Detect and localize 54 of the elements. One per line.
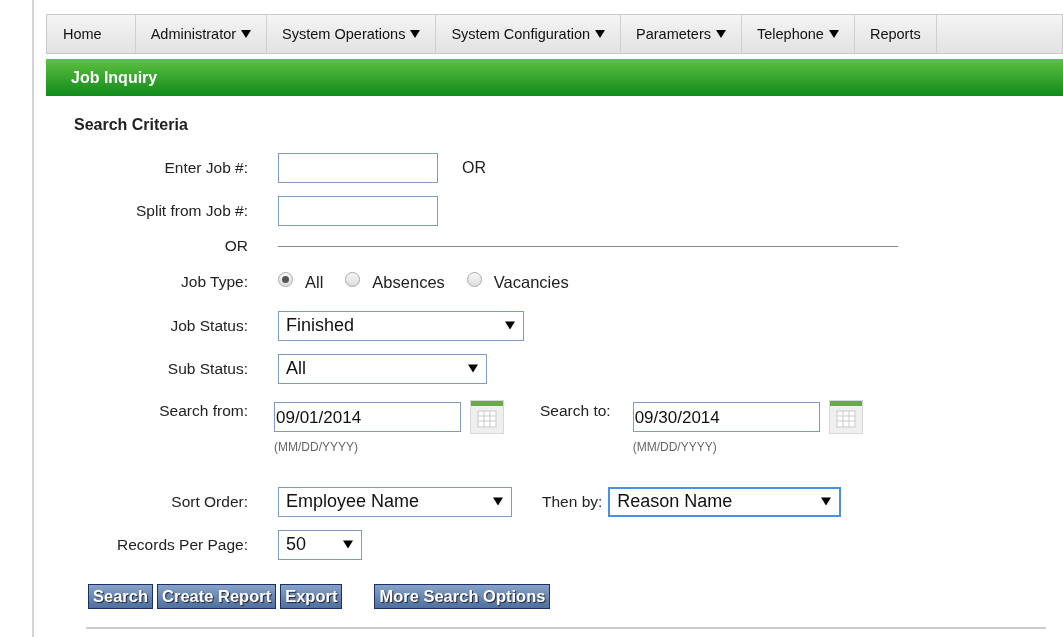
caret-icon [595,30,606,38]
field-label: Records Per Page: [116,535,248,554]
radio-button[interactable] [466,271,482,287]
caret-icon [828,30,839,38]
action-button[interactable]: Search [88,584,154,609]
or-text: OR [223,237,248,255]
format-hint: (MM/DD/YYYY) [632,440,718,454]
caret-icon [468,364,478,373]
dropdown[interactable]: 50 [278,529,362,560]
input-field[interactable]: 09/30/2014 [632,402,820,432]
radio-button[interactable] [345,271,361,287]
field-label: Search from: [158,401,248,420]
field-label: Sort Order: [170,492,248,511]
field-label: Then by: [542,492,603,511]
action-button[interactable]: Create Report [157,584,277,609]
field-label: Sub Status: [166,359,248,378]
caret-icon [493,497,503,506]
action-button[interactable]: Export [280,584,343,609]
input-field[interactable] [278,195,438,226]
caret-icon [410,30,421,38]
menu-item[interactable]: Reports [854,15,937,53]
caret-icon [241,30,252,38]
field-label: Job Type: [180,273,248,291]
or-text: OR [462,158,486,177]
section-title: Search Criteria [74,116,189,135]
dropdown[interactable]: All [278,353,487,384]
menu-item[interactable]: System Operations [267,15,437,53]
menu-item[interactable]: System Configuration [436,15,622,53]
field-label: Search to: [540,401,611,420]
field-label: Split from Job #: [135,201,248,220]
radio-label: Vacancies [493,272,569,292]
radio-label: Absences [372,272,445,292]
input-field[interactable] [278,152,438,183]
input-field[interactable]: 09/01/2014 [274,402,461,432]
caret-icon [821,497,832,506]
radio-label: All [305,272,324,292]
format-hint: (MM/DD/YYYY) [274,440,359,454]
dropdown[interactable]: Employee Name [278,486,512,517]
menu-item[interactable]: Telephone [742,15,855,53]
dropdown[interactable]: Finished [278,310,524,341]
caret-icon [505,321,515,330]
more-options-button[interactable]: More Search Options [374,584,551,609]
radio-button[interactable] [278,271,293,287]
caret-icon [343,540,353,549]
menu-item[interactable]: Administrator [135,15,268,53]
header-title: Job Inquiry [71,68,158,87]
calendar-icon[interactable] [828,400,863,434]
menu-item[interactable]: Home [47,15,136,53]
caret-icon [716,30,726,38]
field-label: Job Status: [169,316,248,335]
calendar-icon[interactable] [470,400,504,434]
dropdown[interactable]: Reason Name [608,486,842,517]
menu-item[interactable]: Parameters [621,15,742,53]
field-label: Enter Job #: [163,158,248,177]
